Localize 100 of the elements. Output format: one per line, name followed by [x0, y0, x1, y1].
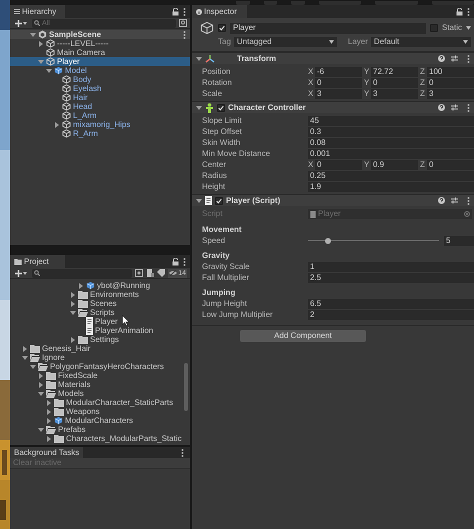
input-field[interactable]: 0.08 — [308, 138, 474, 148]
tree-item[interactable]: PlayerAnimation — [10, 326, 190, 335]
search-field[interactable] — [32, 268, 132, 278]
caret-down-icon[interactable] — [30, 32, 36, 38]
input-field[interactable]: 3 — [315, 88, 362, 98]
caret-right-icon[interactable] — [54, 122, 60, 128]
component-header[interactable]: Character Controller — [192, 101, 474, 113]
tree-item[interactable]: ybot@Running — [10, 281, 190, 290]
input-field[interactable]: 5 — [444, 236, 474, 246]
sliders-icon[interactable] — [451, 55, 458, 62]
tree-item[interactable]: Hair — [10, 93, 190, 102]
checkbox[interactable] — [218, 24, 226, 32]
kebab-menu-icon[interactable] — [183, 258, 186, 266]
caret-right-icon[interactable] — [70, 336, 76, 342]
search-by-type-icon[interactable] — [135, 269, 144, 277]
kebab-menu-icon[interactable] — [467, 8, 470, 16]
input-field[interactable]: 2.5 — [308, 272, 474, 282]
caret-down-icon[interactable] — [38, 426, 44, 432]
tree-item[interactable]: Main Camera — [10, 48, 190, 57]
kebab-menu-icon[interactable] — [467, 54, 470, 62]
caret-down-icon[interactable] — [196, 198, 202, 204]
tree-item[interactable]: Model — [10, 66, 190, 75]
input-field[interactable]: 45 — [308, 116, 474, 126]
kebab-menu-icon[interactable] — [467, 196, 470, 204]
kebab-menu-icon[interactable] — [181, 448, 184, 456]
tree-item[interactable]: PolygonFantasyHeroCharacters — [10, 362, 190, 371]
tree-item[interactable]: mixamorig_Hips — [10, 120, 190, 129]
panel-tab[interactable]: Inspector — [192, 5, 247, 18]
slider[interactable] — [308, 236, 439, 244]
tree-item[interactable]: Scenes — [10, 299, 190, 308]
tree-item[interactable]: Models — [10, 389, 190, 398]
sliders-icon[interactable] — [451, 104, 458, 111]
tree-item[interactable]: Weapons — [10, 407, 190, 416]
lock-icon[interactable] — [456, 8, 463, 16]
panel-tab[interactable]: Background Tasks — [10, 447, 84, 458]
lock-icon[interactable] — [172, 258, 179, 266]
caret-down-icon[interactable] — [70, 310, 76, 316]
tree-item[interactable]: Player — [10, 317, 190, 326]
tree-item[interactable]: Characters_ModularParts_Static — [10, 434, 190, 443]
panel-tab[interactable]: Project — [10, 255, 65, 268]
caret-right-icon[interactable] — [46, 436, 52, 442]
scrollbar-thumb[interactable] — [184, 363, 188, 411]
component-header[interactable]: Player (Script) — [192, 194, 474, 206]
input-field[interactable]: 1.9 — [308, 182, 474, 192]
help-icon[interactable] — [438, 104, 445, 111]
input-field[interactable]: 0.25 — [308, 170, 474, 180]
tree-item[interactable]: Genesis_Hair — [10, 344, 190, 353]
tree-item[interactable]: Environments — [10, 290, 190, 299]
tree-item[interactable]: Ignore — [10, 353, 190, 362]
tree-item[interactable]: ModularCharacter_StaticParts — [10, 398, 190, 407]
caret-down-icon[interactable] — [196, 56, 202, 62]
layer-dropdown[interactable]: Default — [370, 37, 471, 47]
checkbox[interactable] — [217, 104, 225, 112]
tree-item[interactable]: Prefabs — [10, 425, 190, 434]
input-field[interactable]: 72.72 — [371, 66, 418, 76]
input-field[interactable]: -6 — [315, 66, 362, 76]
caret-down-icon[interactable] — [196, 104, 202, 110]
tree-item[interactable]: Player — [10, 57, 190, 66]
caret-right-icon[interactable] — [22, 346, 28, 352]
input-field[interactable]: 3 — [427, 88, 474, 98]
checkbox[interactable] — [430, 24, 438, 32]
input-field[interactable]: 0.001 — [308, 148, 474, 158]
sliders-icon[interactable] — [451, 197, 458, 204]
tree-item[interactable]: SampleScene — [10, 30, 190, 39]
name-field[interactable]: Player — [230, 22, 426, 34]
input-field[interactable]: 0.3 — [308, 126, 474, 136]
tree-item[interactable]: FixedScale — [10, 371, 190, 380]
add-button[interactable] — [13, 18, 29, 28]
caret-down-icon[interactable] — [38, 390, 44, 396]
kebab-menu-icon[interactable] — [183, 30, 186, 38]
tree-item[interactable]: Head — [10, 102, 190, 111]
add-component-button[interactable]: Add Component — [240, 330, 366, 342]
input-field[interactable]: 0 — [371, 78, 418, 88]
input-field[interactable]: 0 — [315, 78, 362, 88]
input-field[interactable]: 0 — [427, 160, 474, 170]
tree-item[interactable]: Eyelash — [10, 84, 190, 93]
slider-thumb[interactable] — [324, 238, 331, 244]
tag-dropdown[interactable]: Untagged — [234, 37, 337, 47]
tree-item[interactable]: Scripts — [10, 308, 190, 317]
input-field[interactable]: 100 — [427, 66, 474, 76]
filter-icon[interactable] — [146, 269, 154, 277]
input-field[interactable]: 3 — [371, 88, 418, 98]
search-settings-icon[interactable] — [179, 19, 187, 27]
help-icon[interactable] — [438, 55, 445, 62]
tree-item[interactable]: Materials — [10, 380, 190, 389]
tree-item[interactable]: -----LEVEL----- — [10, 39, 190, 48]
add-button[interactable] — [13, 268, 29, 278]
lock-icon[interactable] — [172, 8, 179, 16]
input-field[interactable]: 6.5 — [308, 298, 474, 308]
checkbox[interactable] — [215, 196, 223, 204]
input-field[interactable]: 0.9 — [371, 160, 418, 170]
tree-item[interactable]: L_Arm — [10, 111, 190, 120]
kebab-menu-icon[interactable] — [183, 8, 186, 16]
input-field[interactable]: 1 — [308, 262, 474, 272]
input-field[interactable]: 0 — [315, 160, 362, 170]
tree-item[interactable]: R_Arm — [10, 129, 190, 138]
tree-item[interactable]: ModularCharacters — [10, 416, 190, 425]
component-header[interactable]: Transform — [192, 52, 474, 64]
input-field[interactable]: 2 — [308, 310, 474, 320]
panel-tab[interactable]: Hierarchy — [10, 5, 65, 18]
